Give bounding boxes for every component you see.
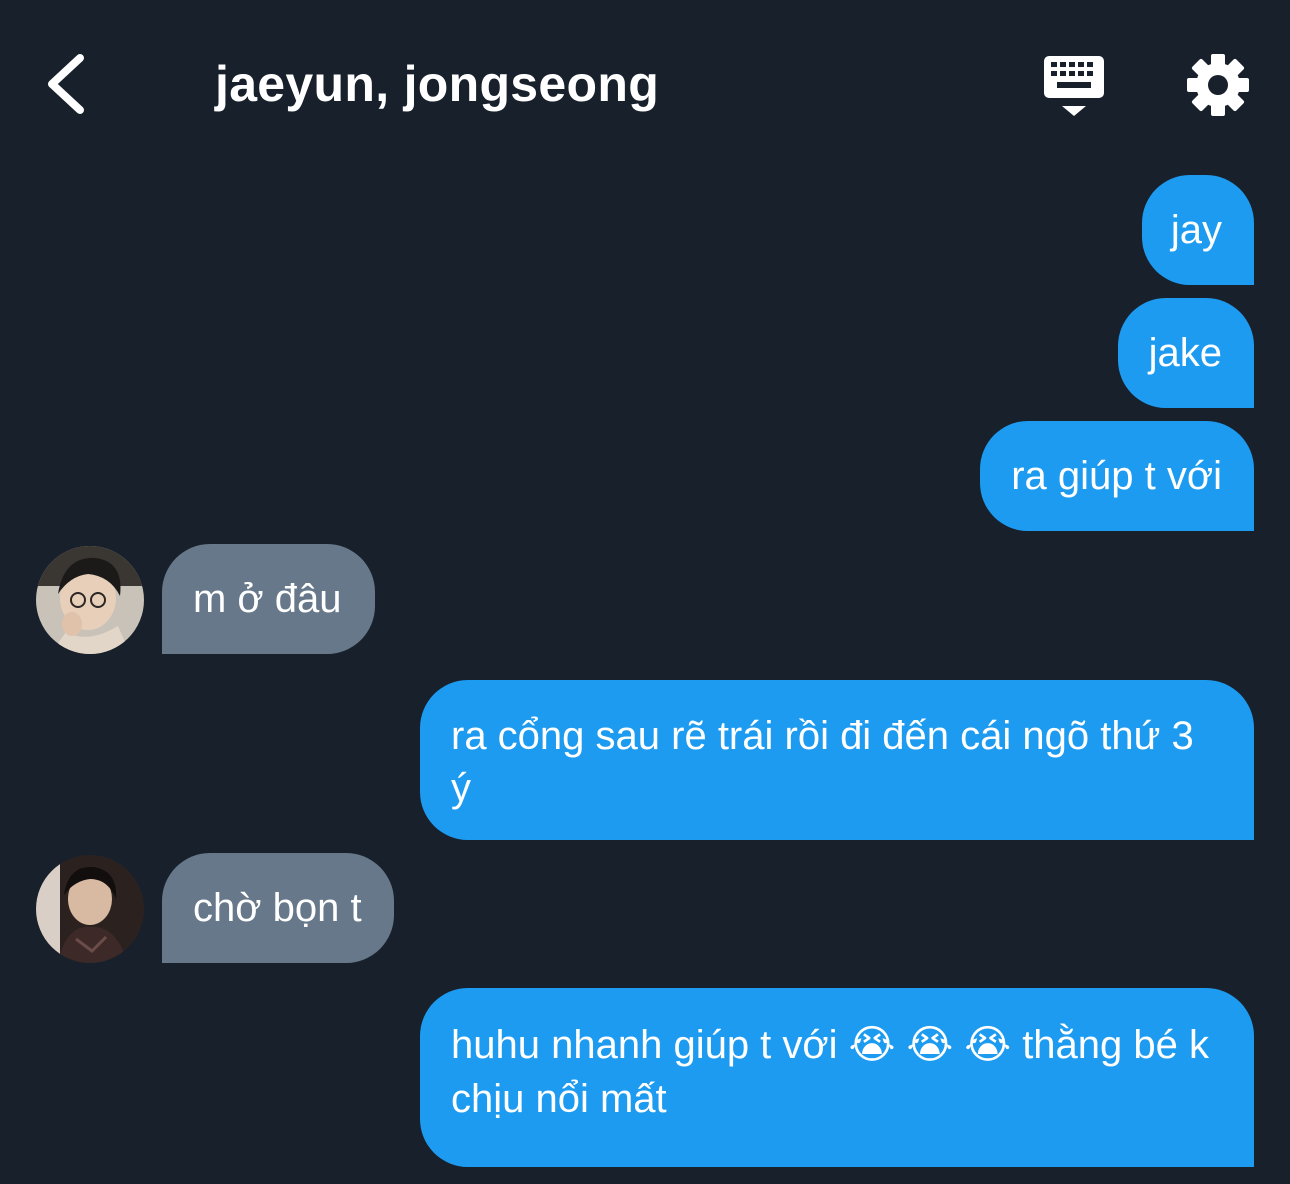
message-bubble-incoming[interactable]: m ở đâu: [162, 544, 375, 654]
conversation-title[interactable]: jaeyun, jongseong: [215, 52, 659, 116]
keyboard-toggle-button[interactable]: [1040, 52, 1108, 120]
avatar-jongseong-image: [36, 855, 144, 963]
back-button[interactable]: [36, 48, 96, 120]
avatar[interactable]: [36, 855, 144, 963]
message-bubble-outgoing[interactable]: ra giúp t với: [980, 421, 1254, 531]
settings-button[interactable]: [1185, 52, 1251, 118]
message-bubble-incoming[interactable]: chờ bọn t: [162, 853, 394, 963]
message-bubble-outgoing[interactable]: ra cổng sau rẽ trái rồi đi đến cái ngõ t…: [420, 680, 1254, 840]
keyboard-hide-icon: [1044, 56, 1104, 116]
avatar[interactable]: [36, 546, 144, 654]
message-bubble-outgoing[interactable]: huhu nhanh giúp t với 😭 😭 😭 thằng bé k c…: [420, 988, 1254, 1167]
message-bubble-outgoing[interactable]: jake: [1117, 298, 1254, 408]
avatar-jaeyun-image: [36, 546, 144, 654]
gear-icon: [1187, 54, 1249, 116]
chevron-left-icon: [48, 54, 84, 114]
chat-header: jaeyun, jongseong: [0, 0, 1290, 160]
message-bubble-outgoing[interactable]: jay: [1141, 175, 1254, 285]
